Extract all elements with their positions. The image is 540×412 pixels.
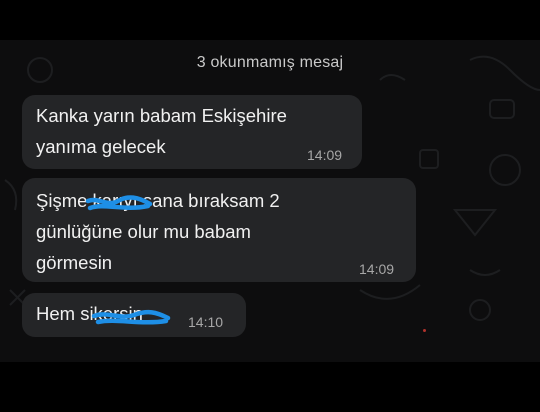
- message-timestamp: 14:09: [359, 261, 395, 277]
- status-dot: [423, 329, 426, 332]
- message-text: Kanka yarın babam Eskişehire yanıma gele…: [36, 100, 287, 162]
- message-timestamp: 14:10: [188, 314, 224, 330]
- message-line: Şişme karıyı sana bıraksam 2: [36, 190, 280, 211]
- unread-messages-banner: 3 okunmamış mesaj: [196, 54, 344, 71]
- redaction-scribble: [91, 309, 171, 325]
- message-bubble[interactable]: Kanka yarın babam Eskişehire yanıma gele…: [22, 95, 362, 169]
- message-bubble[interactable]: Şişme karıyı sana bıraksam 2 günlüğüne o…: [22, 178, 416, 282]
- bottom-bar: [0, 362, 540, 412]
- redaction-scribble: [85, 195, 153, 211]
- message-line: Kanka yarın babam Eskişehire: [36, 105, 287, 126]
- message-timestamp: 14:09: [307, 147, 343, 163]
- message-line: günlüğüne olur mu babam: [36, 221, 251, 242]
- message-line: görmesin: [36, 252, 113, 273]
- message-bubble[interactable]: Hem sikersin 14:10: [22, 293, 246, 337]
- message-text: Şişme karıyı sana bıraksam 2 günlüğüne o…: [36, 185, 280, 278]
- message-line: yanıma gelecek: [36, 136, 166, 157]
- top-bar: [0, 0, 540, 40]
